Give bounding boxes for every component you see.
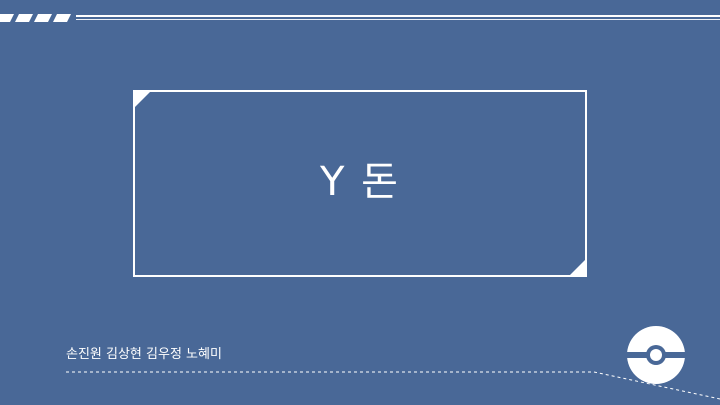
pokeball-icon [627, 326, 685, 384]
title-slide: Y 돈 손진원 김상현 김우정 노혜미 [0, 0, 720, 405]
slide-title: Y 돈 [320, 159, 400, 205]
title-frame: Y 돈 [133, 90, 587, 277]
corner-accent-top-left [134, 91, 151, 108]
author-names: 손진원 김상현 김우정 노혜미 [66, 347, 222, 362]
header-divider [76, 14, 720, 22]
corner-accent-bottom-right [569, 259, 586, 276]
